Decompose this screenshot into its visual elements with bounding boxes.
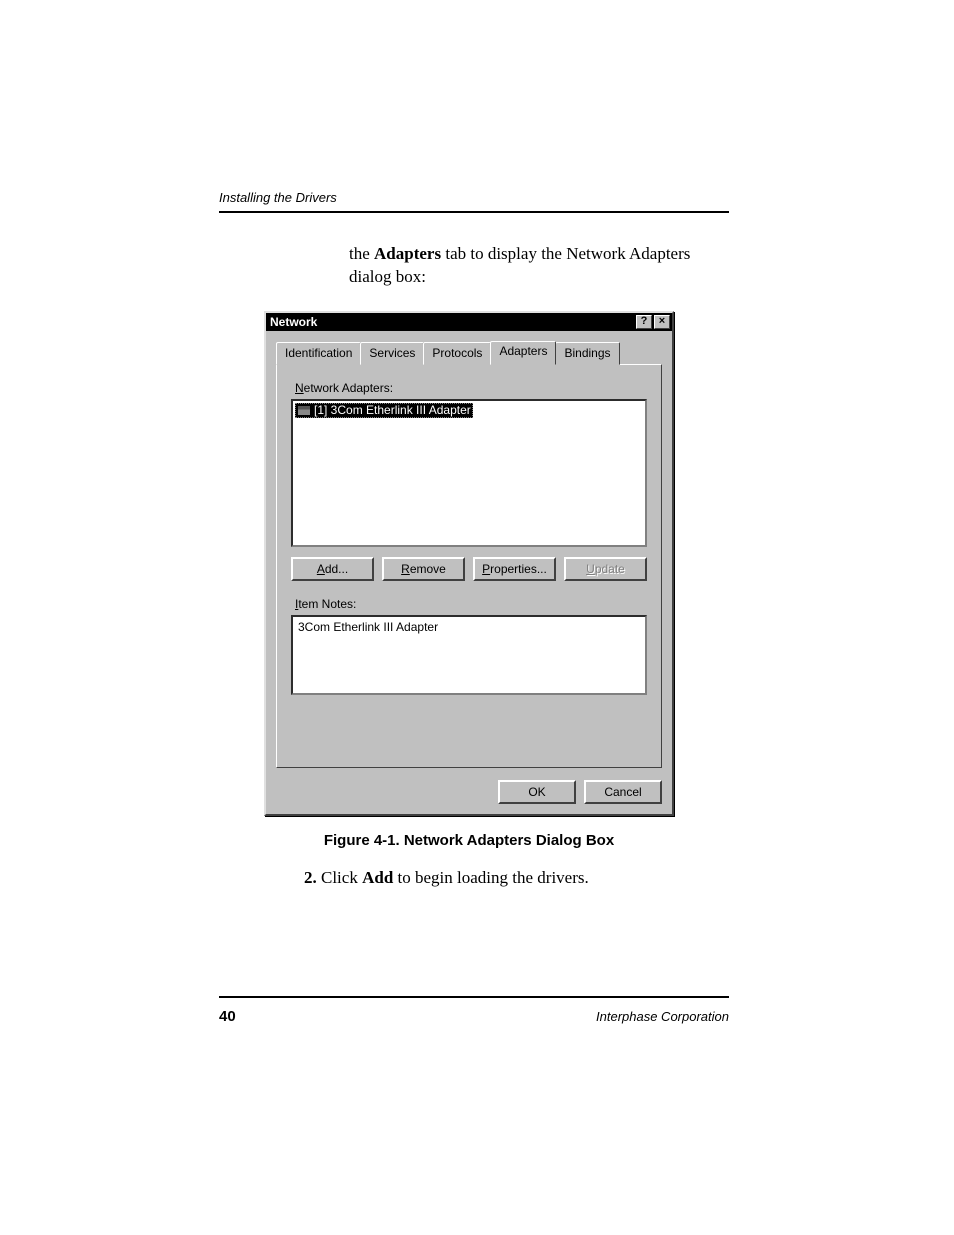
figure-caption: Figure 4-1. Network Adapters Dialog Box xyxy=(264,832,674,849)
label-accel: N xyxy=(295,381,304,395)
tab-bindings[interactable]: Bindings xyxy=(555,342,619,365)
page-number: 40 xyxy=(219,1008,236,1025)
remove-accel: R xyxy=(401,562,410,576)
update-accel: U xyxy=(586,562,595,576)
notes-rest: tem Notes: xyxy=(298,597,356,611)
step-after: to begin loading the drivers. xyxy=(393,868,588,887)
step-before: Click xyxy=(317,868,362,887)
header-rule xyxy=(219,211,729,213)
dialog-button-row: OK Cancel xyxy=(266,780,672,814)
adapter-card-icon xyxy=(297,405,311,416)
label-rest: etwork Adapters: xyxy=(304,381,393,395)
step-bold: Add xyxy=(362,868,393,887)
adapter-button-row: Add... Remove Properties... Update xyxy=(291,557,647,581)
step-2: 2. Click Add to begin loading the driver… xyxy=(304,867,729,890)
add-button[interactable]: Add... xyxy=(291,557,374,581)
cancel-button[interactable]: Cancel xyxy=(584,780,662,804)
tab-identification[interactable]: Identification xyxy=(276,342,361,365)
title-bar[interactable]: Network ? × xyxy=(266,313,672,331)
step-number: 2. xyxy=(304,868,317,887)
intro-bold: Adapters xyxy=(374,244,441,263)
window-title: Network xyxy=(270,315,317,329)
tab-services[interactable]: Services xyxy=(360,342,424,365)
help-button[interactable]: ? xyxy=(636,315,652,329)
add-accel: A xyxy=(317,562,325,576)
adapter-item-selected[interactable]: [1] 3Com Etherlink III Adapter xyxy=(295,403,473,418)
update-rest: pdate xyxy=(595,562,625,576)
close-button[interactable]: × xyxy=(654,315,670,329)
remove-button[interactable]: Remove xyxy=(382,557,465,581)
dialog-screenshot: Network ? × Identification Services Prot… xyxy=(264,311,729,816)
adapter-item-text: [1] 3Com Etherlink III Adapter xyxy=(314,403,471,417)
add-rest: dd... xyxy=(325,562,348,576)
running-header: Installing the Drivers xyxy=(219,190,729,205)
adapters-panel: Network Adapters: [1] 3Com Etherlink III… xyxy=(276,364,662,768)
intro-before: the xyxy=(349,244,374,263)
update-button: Update xyxy=(564,557,647,581)
close-icon: × xyxy=(659,316,665,327)
network-adapters-label: Network Adapters: xyxy=(295,381,647,395)
adapters-listbox[interactable]: [1] 3Com Etherlink III Adapter xyxy=(291,399,647,547)
footer-rule xyxy=(219,996,729,998)
tab-protocols[interactable]: Protocols xyxy=(423,342,491,365)
properties-button[interactable]: Properties... xyxy=(473,557,556,581)
intro-paragraph: the Adapters tab to display the Network … xyxy=(349,243,729,289)
footer-company: Interphase Corporation xyxy=(596,1009,729,1024)
properties-rest: roperties... xyxy=(490,562,547,576)
tab-adapters[interactable]: Adapters xyxy=(490,341,556,365)
item-notes-text: 3Com Etherlink III Adapter xyxy=(298,620,438,634)
network-dialog: Network ? × Identification Services Prot… xyxy=(264,311,674,816)
help-icon: ? xyxy=(641,316,648,327)
tab-strip: Identification Services Protocols Adapte… xyxy=(276,342,662,365)
item-notes-label: Item Notes: xyxy=(295,597,647,611)
page-footer: 40 Interphase Corporation xyxy=(219,996,729,1025)
ok-button[interactable]: OK xyxy=(498,780,576,804)
item-notes-box: 3Com Etherlink III Adapter xyxy=(291,615,647,695)
properties-accel: P xyxy=(482,562,490,576)
remove-rest: emove xyxy=(410,562,446,576)
dialog-body: Identification Services Protocols Adapte… xyxy=(266,331,672,780)
